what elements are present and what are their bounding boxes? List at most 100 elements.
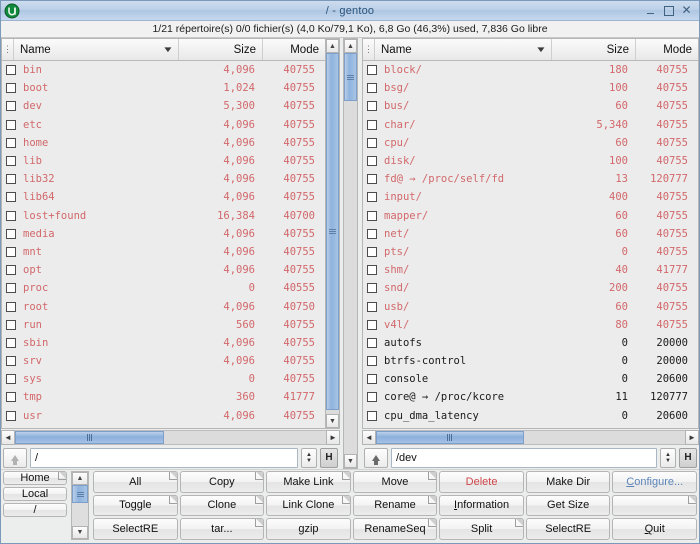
table-row[interactable]: dev5,30040755: [2, 97, 325, 115]
right-file-list[interactable]: ⋮ Name ▼ Size Mode block/18040755bsg/100…: [362, 38, 699, 429]
table-row[interactable]: home4,09640755: [2, 134, 325, 152]
row-checkbox[interactable]: [363, 65, 381, 75]
table-row[interactable]: etc4,09640755: [2, 116, 325, 134]
left-hscroll-thumb[interactable]: [15, 431, 164, 444]
table-row[interactable]: input/40040755: [363, 188, 698, 206]
row-checkbox[interactable]: [363, 174, 381, 184]
action-button-makedir[interactable]: Make Dir: [526, 471, 611, 493]
left-path-input[interactable]: /: [30, 448, 298, 468]
table-row[interactable]: console020600: [363, 370, 698, 388]
right-path-input[interactable]: /dev: [391, 448, 657, 468]
bookmark-scroll-track[interactable]: [72, 485, 88, 526]
left-history-button[interactable]: H: [320, 448, 338, 468]
row-checkbox[interactable]: [363, 247, 381, 257]
action-button-gzip[interactable]: gzip: [266, 518, 351, 540]
right-horizontal-scrollbar[interactable]: ◄ ►: [362, 430, 699, 445]
action-button-toggle[interactable]: Toggle: [93, 495, 178, 517]
left-vscroll-track[interactable]: [326, 53, 339, 414]
left-hscroll-track[interactable]: [15, 430, 326, 445]
table-row[interactable]: btrfs-control020000: [363, 352, 698, 370]
table-row[interactable]: opt4,09640755: [2, 261, 325, 279]
scroll-down-icon[interactable]: ▼: [344, 454, 357, 468]
table-row[interactable]: run56040755: [2, 316, 325, 334]
row-checkbox[interactable]: [2, 192, 20, 202]
row-checkbox[interactable]: [363, 101, 381, 111]
scroll-up-icon[interactable]: ▲: [344, 39, 357, 53]
row-checkbox[interactable]: [363, 356, 381, 366]
row-checkbox[interactable]: [2, 138, 20, 148]
table-row[interactable]: usr4,09640755: [2, 407, 325, 425]
right-vscroll-thumb[interactable]: [344, 53, 357, 101]
table-row[interactable]: cpu/6040755: [363, 134, 698, 152]
table-row[interactable]: srv4,09640755: [2, 352, 325, 370]
table-row[interactable]: v4l/8040755: [363, 316, 698, 334]
action-button-move[interactable]: Move: [353, 471, 438, 493]
table-row[interactable]: disk/10040755: [363, 152, 698, 170]
scroll-down-icon[interactable]: ▼: [326, 414, 339, 428]
left-vertical-scrollbar[interactable]: ▲ ▼: [325, 38, 340, 429]
row-checkbox[interactable]: [2, 302, 20, 312]
row-checkbox[interactable]: [363, 265, 381, 275]
bookmark-button-local[interactable]: Local: [3, 487, 67, 501]
row-checkbox[interactable]: [363, 411, 381, 421]
scroll-left-icon[interactable]: ◄: [1, 430, 15, 445]
maximize-button[interactable]: [663, 5, 674, 16]
bookmark-scrollbar[interactable]: ▲ ▼: [71, 471, 89, 540]
table-row[interactable]: mnt4,09640755: [2, 243, 325, 261]
row-checkbox[interactable]: [363, 156, 381, 166]
row-checkbox[interactable]: [2, 374, 20, 384]
table-row[interactable]: mapper/6040755: [363, 207, 698, 225]
left-vscroll-thumb[interactable]: [326, 53, 339, 410]
row-checkbox[interactable]: [363, 302, 381, 312]
row-checkbox[interactable]: [2, 411, 20, 421]
table-row[interactable]: shm/4041777: [363, 261, 698, 279]
action-button-tar[interactable]: tar...: [180, 518, 265, 540]
table-row[interactable]: lib324,09640755: [2, 170, 325, 188]
bookmark-scroll-thumb[interactable]: [72, 485, 88, 503]
scroll-up-icon[interactable]: ▲: [326, 39, 339, 53]
table-row[interactable]: full020666: [363, 425, 698, 428]
table-row[interactable]: net/6040755: [363, 225, 698, 243]
scroll-right-icon[interactable]: ►: [685, 430, 699, 445]
table-row[interactable]: autofs020000: [363, 334, 698, 352]
left-file-list[interactable]: ⋮ Name ▼ Size Mode bin4,09640755boot1,02…: [1, 38, 325, 429]
row-checkbox[interactable]: [2, 65, 20, 75]
row-checkbox[interactable]: [363, 192, 381, 202]
table-row[interactable]: bus/6040755: [363, 97, 698, 115]
table-row[interactable]: bsg/10040755: [363, 79, 698, 97]
action-button-renameseq[interactable]: RenameSeq: [353, 518, 438, 540]
table-row[interactable]: root4,09640750: [2, 297, 325, 315]
right-hscroll-track[interactable]: [376, 430, 685, 445]
row-checkbox[interactable]: [363, 338, 381, 348]
action-button-getsize[interactable]: Get Size: [526, 495, 611, 517]
row-checkbox[interactable]: [363, 283, 381, 293]
right-vertical-scrollbar[interactable]: ▲ ▼: [343, 38, 358, 469]
left-header-size[interactable]: Size: [179, 39, 263, 60]
table-row[interactable]: lib644,09640755: [2, 188, 325, 206]
left-header-name[interactable]: Name ▼: [14, 39, 179, 60]
action-button-linkclone[interactable]: Link Clone: [266, 495, 351, 517]
action-button-selectre[interactable]: SelectRE: [93, 518, 178, 540]
table-row[interactable]: var4,09640755: [2, 425, 325, 428]
row-checkbox[interactable]: [2, 247, 20, 257]
minimize-button[interactable]: [645, 5, 656, 16]
table-row[interactable]: snd/20040755: [363, 279, 698, 297]
table-row[interactable]: proc040555: [2, 279, 325, 297]
row-checkbox[interactable]: [363, 83, 381, 93]
right-up-button[interactable]: [364, 448, 388, 468]
row-checkbox[interactable]: [2, 156, 20, 166]
action-button-makelink[interactable]: Make Link: [266, 471, 351, 493]
right-header-mode[interactable]: Mode: [636, 39, 698, 60]
right-hscroll-thumb[interactable]: [376, 431, 524, 444]
row-checkbox[interactable]: [2, 83, 20, 93]
row-checkbox[interactable]: [2, 229, 20, 239]
close-icon[interactable]: ✕: [681, 5, 692, 16]
table-row[interactable]: sys040755: [2, 370, 325, 388]
right-path-spinner[interactable]: ▲▼: [660, 448, 676, 468]
row-checkbox[interactable]: [2, 101, 20, 111]
row-checkbox[interactable]: [363, 392, 381, 402]
table-row[interactable]: cpu_dma_latency020600: [363, 407, 698, 425]
row-checkbox[interactable]: [363, 374, 381, 384]
row-checkbox[interactable]: [363, 120, 381, 130]
action-button-all[interactable]: All: [93, 471, 178, 493]
